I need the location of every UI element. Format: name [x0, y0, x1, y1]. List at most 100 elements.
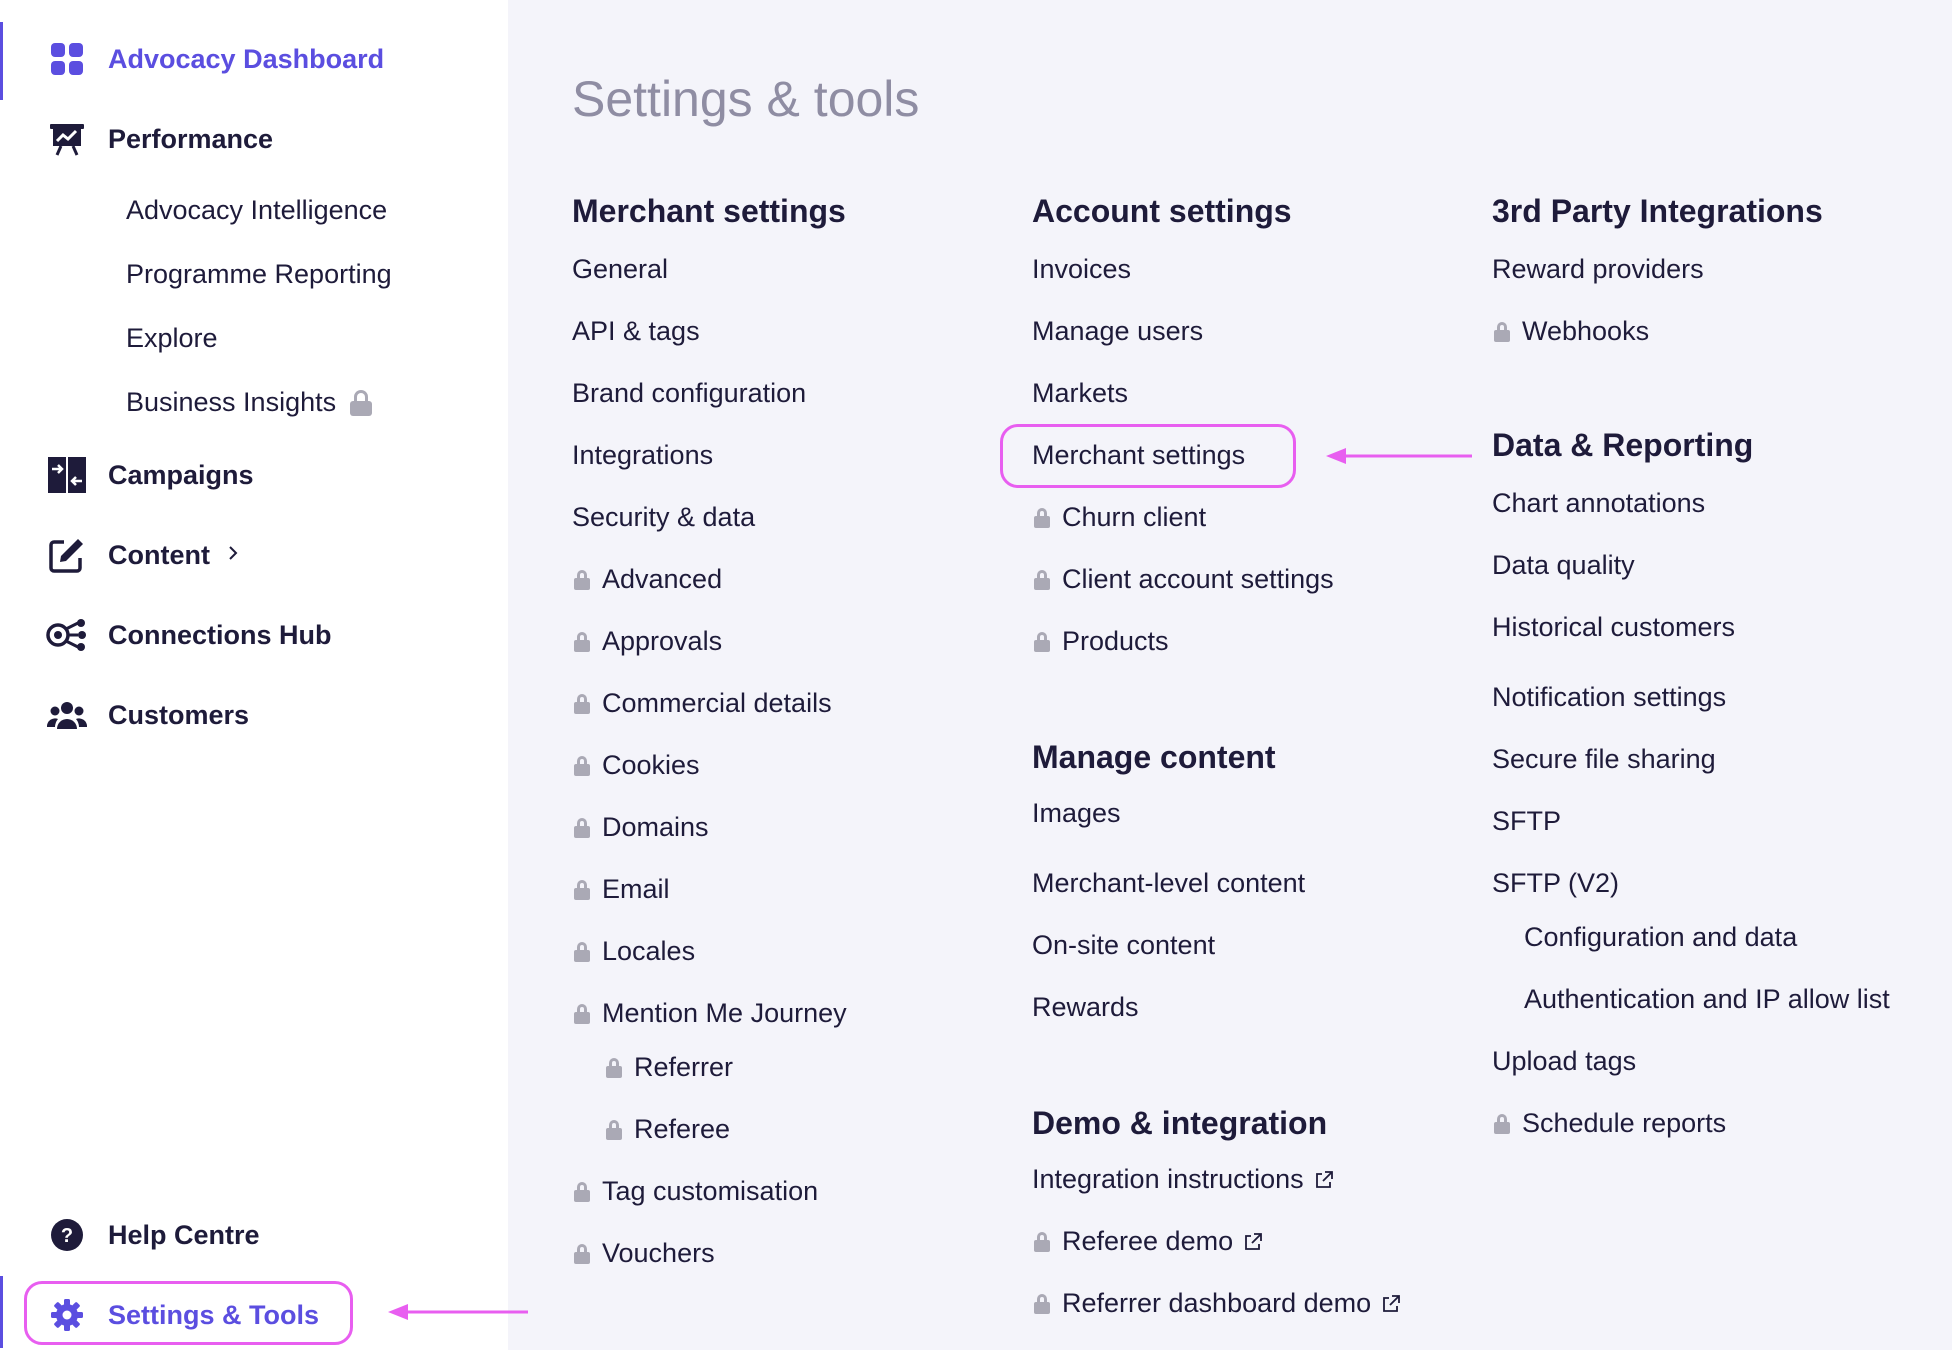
- link-referrer[interactable]: Referrer: [606, 1052, 733, 1083]
- link-mention-me-journey[interactable]: Mention Me Journey: [574, 998, 847, 1029]
- link-label: Products: [1062, 626, 1169, 656]
- lock-icon: [1034, 631, 1050, 652]
- link-locales[interactable]: Locales: [574, 936, 695, 967]
- nav-label: Content: [108, 539, 210, 570]
- link-brand-configuration[interactable]: Brand configuration: [572, 378, 806, 409]
- sub-programme-reporting[interactable]: Programme Reporting: [126, 259, 392, 290]
- link-on-site-content[interactable]: On-site content: [1032, 930, 1215, 961]
- link-products[interactable]: Products: [1034, 626, 1169, 657]
- link-sftp[interactable]: SFTP: [1492, 806, 1561, 837]
- lock-icon: [574, 631, 590, 652]
- link-label: Client account settings: [1062, 564, 1334, 594]
- link-invoices[interactable]: Invoices: [1032, 254, 1131, 285]
- link-label: Configuration and data: [1524, 922, 1798, 952]
- nav-label: Help Centre: [108, 1219, 260, 1250]
- svg-text:?: ?: [61, 1225, 73, 1247]
- section-heading-demo-integration: Demo & integration: [1032, 1105, 1328, 1141]
- link-authentication-ip-allow-list[interactable]: Authentication and IP allow list: [1524, 984, 1890, 1015]
- nav-label: Campaigns: [108, 459, 254, 490]
- external-link-icon: [1383, 1294, 1401, 1312]
- link-client-account-settings[interactable]: Client account settings: [1034, 564, 1334, 595]
- link-referrer-dashboard-demo[interactable]: Referrer dashboard demo: [1034, 1288, 1401, 1319]
- lock-icon: [574, 1003, 590, 1024]
- link-label: Webhooks: [1522, 316, 1650, 346]
- link-label: Secure file sharing: [1492, 744, 1716, 774]
- settings-highlight-box: [24, 1281, 353, 1345]
- lock-icon: [350, 389, 373, 416]
- link-integrations[interactable]: Integrations: [572, 440, 713, 471]
- lock-icon: [606, 1057, 622, 1078]
- swap-arrows-icon: [46, 454, 88, 496]
- link-label: Notification settings: [1492, 682, 1727, 712]
- lock-icon: [574, 879, 590, 900]
- link-secure-file-sharing[interactable]: Secure file sharing: [1492, 744, 1716, 775]
- link-label: SFTP: [1492, 806, 1562, 836]
- link-schedule-reports[interactable]: Schedule reports: [1494, 1108, 1726, 1139]
- section-heading-manage-content: Manage content: [1032, 739, 1276, 775]
- page-title: Settings & tools: [572, 71, 920, 127]
- link-tag-customisation[interactable]: Tag customisation: [574, 1176, 818, 1207]
- external-link-icon: [1315, 1170, 1333, 1188]
- link-security-data[interactable]: Security & data: [572, 502, 755, 533]
- active-indicator: [0, 1276, 3, 1348]
- link-historical-customers[interactable]: Historical customers: [1492, 612, 1735, 643]
- link-referee-demo[interactable]: Referee demo: [1034, 1226, 1263, 1257]
- chevron-right-icon: [226, 544, 240, 567]
- link-label: Cookies: [602, 750, 700, 780]
- link-images[interactable]: Images: [1032, 798, 1121, 829]
- lock-icon: [1034, 1293, 1050, 1314]
- link-label: Security & data: [572, 502, 756, 532]
- link-vouchers[interactable]: Vouchers: [574, 1238, 715, 1269]
- sidebar: Advocacy Dashboard Performance Advocacy …: [0, 0, 528, 1350]
- link-email[interactable]: Email: [574, 874, 670, 905]
- presentation-chart-icon: [46, 118, 88, 160]
- users-group-icon: [46, 694, 88, 736]
- link-advanced[interactable]: Advanced: [574, 564, 722, 595]
- link-label: Schedule reports: [1522, 1108, 1727, 1138]
- lock-icon: [574, 693, 590, 714]
- link-integration-instructions[interactable]: Integration instructions: [1032, 1164, 1334, 1195]
- link-merchant-level-content[interactable]: Merchant-level content: [1032, 868, 1305, 899]
- external-link-icon: [1245, 1232, 1263, 1250]
- link-domains[interactable]: Domains: [574, 812, 709, 843]
- sub-explore[interactable]: Explore: [126, 323, 218, 354]
- link-manage-users[interactable]: Manage users: [1032, 316, 1203, 347]
- link-label: Referrer dashboard demo: [1062, 1288, 1372, 1318]
- link-label: Brand configuration: [572, 378, 807, 408]
- network-hub-icon: [46, 614, 88, 656]
- lock-icon: [1034, 507, 1050, 528]
- lock-icon: [1034, 1231, 1050, 1252]
- active-indicator: [0, 22, 3, 100]
- link-label: Advanced: [602, 564, 723, 594]
- nav-label: Advocacy Dashboard: [108, 43, 385, 74]
- link-reward-providers[interactable]: Reward providers: [1492, 254, 1704, 285]
- link-notification-settings[interactable]: Notification settings: [1492, 682, 1726, 713]
- link-approvals[interactable]: Approvals: [574, 626, 722, 657]
- link-upload-tags[interactable]: Upload tags: [1492, 1046, 1636, 1077]
- link-label: Markets: [1032, 378, 1129, 408]
- settings-main: Settings & tools Merchant settings Gener…: [508, 0, 1952, 1350]
- sub-business-insights[interactable]: Business Insights: [126, 387, 373, 418]
- link-markets[interactable]: Markets: [1032, 378, 1128, 409]
- link-rewards[interactable]: Rewards: [1032, 992, 1139, 1023]
- link-commercial-details[interactable]: Commercial details: [574, 688, 832, 719]
- link-referee[interactable]: Referee: [606, 1114, 730, 1145]
- link-cookies[interactable]: Cookies: [574, 750, 700, 781]
- section-heading-account-settings: Account settings: [1032, 193, 1292, 229]
- link-label: General: [572, 254, 669, 284]
- sub-advocacy-intelligence[interactable]: Advocacy Intelligence: [126, 195, 387, 226]
- link-configuration-and-data[interactable]: Configuration and data: [1524, 922, 1797, 953]
- link-webhooks[interactable]: Webhooks: [1494, 316, 1649, 347]
- link-general[interactable]: General: [572, 254, 668, 285]
- link-data-quality[interactable]: Data quality: [1492, 550, 1635, 581]
- link-sftp-v2[interactable]: SFTP (V2): [1492, 868, 1619, 899]
- link-chart-annotations[interactable]: Chart annotations: [1492, 488, 1705, 519]
- link-label: Mention Me Journey: [602, 998, 847, 1028]
- link-label: Approvals: [602, 626, 723, 656]
- sub-label: Advocacy Intelligence: [126, 195, 388, 225]
- link-label: Churn client: [1062, 502, 1207, 532]
- link-api-tags[interactable]: API & tags: [572, 316, 700, 347]
- link-label: SFTP (V2): [1492, 868, 1620, 898]
- link-label: Manage users: [1032, 316, 1204, 346]
- link-churn-client[interactable]: Churn client: [1034, 502, 1206, 533]
